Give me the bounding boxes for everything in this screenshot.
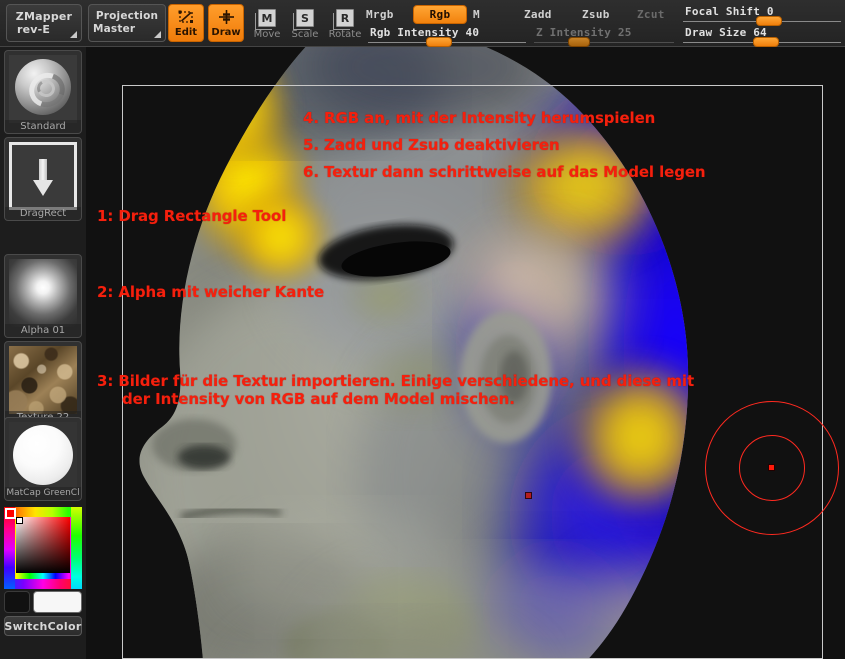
z-intensity-track [534,42,674,43]
hue-cursor[interactable] [5,508,16,519]
annotation-2: 2: Alpha mit weicher Kante [97,283,324,301]
move-icon: M [256,8,278,28]
rgb-intensity-slider[interactable]: Rgb Intensity 40 [368,26,526,44]
color-picker[interactable]: SwitchColor [4,507,82,636]
zadd-toggle[interactable]: Zadd [524,8,552,21]
move-keycap: M [258,9,276,27]
alpha-thumbnail [9,259,77,327]
focal-shift-knob[interactable] [756,16,782,26]
move-button[interactable]: M Move [250,5,284,43]
brush-cursor [705,401,839,535]
z-intensity-knob[interactable] [568,37,590,47]
edit-label: Edit [175,27,197,38]
chevron-corner-icon [70,31,77,38]
stroke-caption: DragRect [5,207,81,220]
zbrush-window: ZMapper rev-E Projection Master Edit [0,0,845,659]
sv-cursor[interactable] [16,517,23,524]
rotate-button[interactable]: R Rotate [326,5,364,43]
chevron-corner-icon [154,31,161,38]
primary-color-swatch[interactable] [33,591,82,613]
annotation-3-line1: 3: Bilder für die Textur importieren. Ei… [97,372,694,390]
draw-button[interactable]: Draw [208,4,244,42]
annotation-3-line2: der Intensity von RGB auf dem Model misc… [122,390,515,408]
scale-button[interactable]: S Scale [288,5,322,43]
move-label: Move [254,29,281,40]
zmapper-sublabel: rev-E [17,23,50,36]
texture-palette-item[interactable]: Texture 22 [4,341,82,425]
saturation-value-square[interactable] [16,517,70,573]
z-intensity-slider[interactable]: Z Intensity 25 [534,26,674,44]
brush-caption: Standard [5,120,81,133]
edit-button[interactable]: Edit [168,4,204,42]
left-sidebar: Standard DragRect Alpha 01 Texture 22 [0,47,86,659]
document-area[interactable]: 4. RGB an, mit der Intensity herumspiele… [86,47,845,659]
draw-size-knob[interactable] [753,37,779,47]
m-toggle[interactable]: M [473,8,480,21]
matcap-thumbnail [9,422,77,490]
canvas-marker [525,492,532,499]
rgb-toggle[interactable]: Rgb [413,5,467,24]
stroke-palette-item[interactable]: DragRect [4,137,82,221]
mrgb-toggle[interactable]: Mrgb [366,8,394,21]
brush-outer-ring [705,401,839,535]
rotate-icon: R [334,8,356,28]
edit-icon [177,9,196,26]
scale-label: Scale [292,29,319,40]
color-swatches [4,591,82,613]
rotate-label: Rotate [329,29,362,40]
annotation-4: 4. RGB an, mit der Intensity herumspiele… [303,109,655,127]
brush-palette-item[interactable]: Standard [4,50,82,134]
alpha-palette-item[interactable]: Alpha 01 [4,254,82,338]
canvas-area[interactable]: 4. RGB an, mit der Intensity herumspiele… [86,47,845,659]
zsub-toggle[interactable]: Zsub [582,8,610,21]
brush-thumbnail [9,55,77,123]
secondary-color-swatch[interactable] [4,591,30,613]
rotate-keycap: R [336,9,354,27]
top-toolbar: ZMapper rev-E Projection Master Edit [0,0,845,47]
texture-thumbnail [9,346,77,414]
zcut-toggle[interactable]: Zcut [637,8,665,21]
rgb-intensity-knob[interactable] [426,37,452,47]
dragrect-icon [9,142,77,210]
focal-shift-slider[interactable]: Focal Shift 0 [683,5,841,23]
alpha-caption: Alpha 01 [5,324,81,337]
zmapper-label: ZMapper [16,10,72,23]
annotation-6: 6. Textur dann schrittweise auf das Mode… [303,163,706,181]
material-palette-item[interactable]: MatCap GreenCl [4,417,82,501]
annotation-5: 5. Zadd und Zsub deaktivieren [303,136,560,154]
material-caption: MatCap GreenCl [5,487,81,500]
draw-icon [217,9,236,26]
brush-center-dot [768,464,775,471]
draw-label: Draw [211,27,240,38]
projection-master-label: Projection [96,10,158,23]
rgb-intensity-label: Rgb Intensity 40 [370,26,479,39]
switch-color-button[interactable]: SwitchColor [4,616,82,636]
scale-icon: S [294,8,316,28]
projection-master-button[interactable]: Projection Master [88,4,166,42]
zmapper-button[interactable]: ZMapper rev-E [6,4,82,42]
projection-master-sublabel: Master [93,23,135,36]
scale-keycap: S [296,9,314,27]
annotation-1: 1: Drag Rectangle Tool [97,207,286,225]
brush-inner-ring [739,435,805,501]
draw-size-slider[interactable]: Draw Size 64 [683,26,841,44]
hue-selector[interactable] [4,507,82,589]
